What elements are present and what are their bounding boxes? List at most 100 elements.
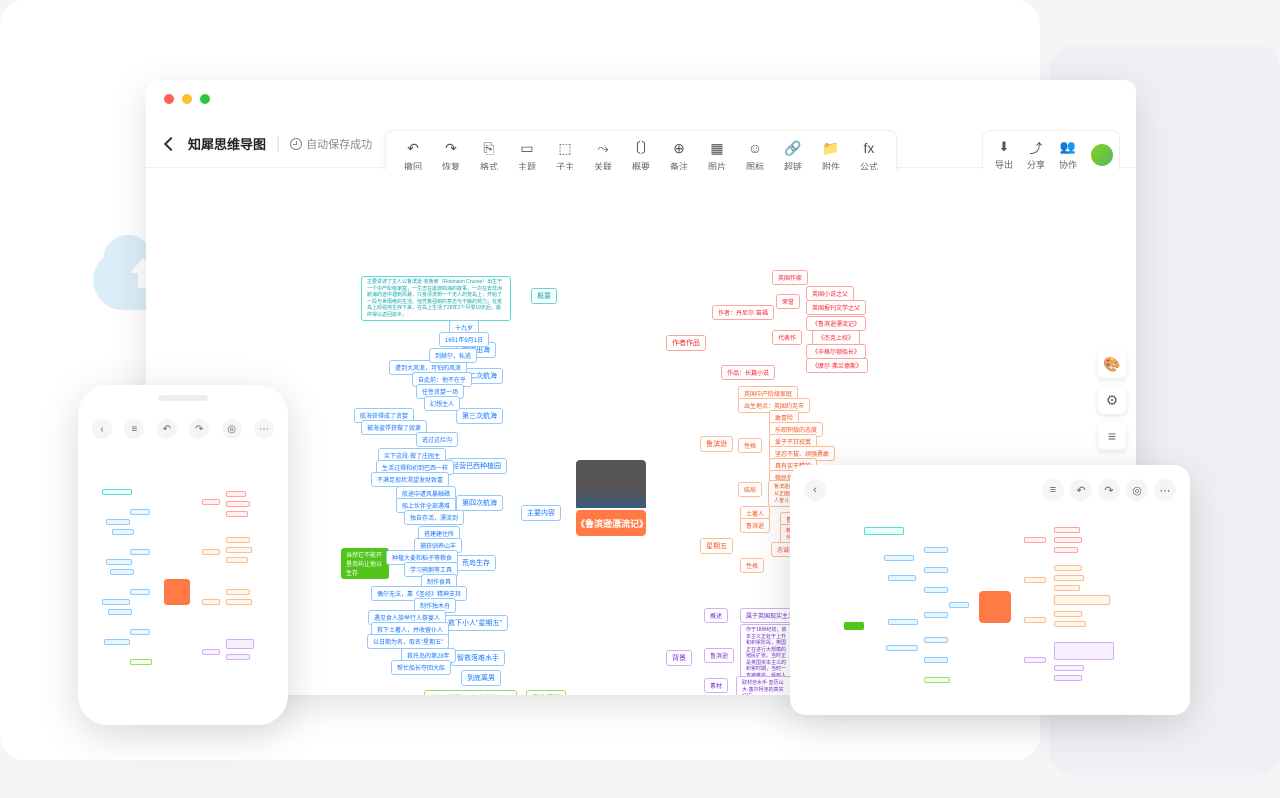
mini-node[interactable]: [226, 537, 250, 543]
mini-node[interactable]: [1024, 577, 1046, 583]
mini-node[interactable]: [1054, 547, 1078, 553]
outline-button[interactable]: ≡: [1098, 422, 1126, 450]
leaf[interactable]: 幻想主人: [424, 396, 460, 411]
leaf[interactable]: 素材: [704, 678, 728, 693]
mini-node[interactable]: [202, 599, 220, 605]
maximize-dot[interactable]: [200, 94, 210, 104]
mini-node[interactable]: [924, 587, 948, 593]
node-main-content[interactable]: 主要内容: [521, 505, 561, 521]
action-导出[interactable]: ⬇导出: [989, 137, 1019, 173]
phone-btn-5[interactable]: ⋯: [254, 419, 274, 439]
leaf[interactable]: 荣誉: [776, 294, 800, 309]
mini-node[interactable]: [864, 527, 904, 535]
node-summary[interactable]: 概要: [531, 288, 557, 304]
mini-node[interactable]: [202, 549, 220, 555]
mini-node[interactable]: [226, 589, 250, 595]
leaf[interactable]: 《鲁滨逊漂流记》: [806, 316, 866, 331]
action-协作[interactable]: 👥协作: [1053, 137, 1083, 173]
central-node[interactable]: 《鲁滨逊漂流记》: [576, 510, 646, 536]
mini-node[interactable]: [106, 519, 130, 525]
mini-node[interactable]: [226, 557, 248, 563]
tablet-btn-2[interactable]: ↷: [1098, 479, 1120, 501]
node-leave[interactable]: 到底离男: [461, 670, 501, 686]
node-author-name[interactable]: 作者：丹尼尔·笛福: [712, 305, 774, 320]
mini-node[interactable]: [844, 622, 864, 630]
tablet-canvas[interactable]: [804, 507, 1176, 707]
mini-node[interactable]: [884, 555, 914, 561]
leaf[interactable]: 逃过这烂沟: [416, 432, 458, 447]
tablet-btn-4[interactable]: ⋯: [1154, 479, 1176, 501]
mini-node[interactable]: [102, 599, 130, 605]
mini-node[interactable]: [226, 547, 252, 553]
node-robinson[interactable]: 鲁滨逊: [700, 436, 733, 452]
mini-node[interactable]: [110, 569, 134, 575]
mini-node[interactable]: [226, 654, 250, 660]
tablet-btn-0[interactable]: ≡: [1042, 479, 1064, 501]
close-dot[interactable]: [164, 94, 174, 104]
leaf[interactable]: 到赫尔，私逃: [429, 348, 477, 363]
mini-node[interactable]: [1024, 617, 1046, 623]
node-summary-text[interactable]: 主要讲述了主人公鲁滨逊·克鲁索（Robinson Crusoe）出生于一个中产阶…: [361, 276, 511, 321]
leaf[interactable]: 1651年9月1日: [439, 332, 489, 347]
leaf[interactable]: 性格: [738, 438, 762, 453]
tablet-back-button[interactable]: ‹: [804, 479, 826, 501]
node-voyage3[interactable]: 第三次航海: [456, 408, 503, 424]
mini-node[interactable]: [202, 499, 220, 505]
mini-node[interactable]: [1054, 665, 1084, 671]
mini-node[interactable]: [226, 599, 252, 605]
mini-node[interactable]: [102, 489, 132, 495]
mini-node[interactable]: [1024, 537, 1046, 543]
node-author[interactable]: 作者作品: [666, 335, 706, 351]
back-button[interactable]: [162, 136, 178, 152]
mini-node[interactable]: [130, 589, 150, 595]
phone-central-node[interactable]: [164, 579, 190, 605]
mini-node[interactable]: [888, 575, 916, 581]
phone-btn-3[interactable]: ↷: [189, 419, 209, 439]
node-rescue[interactable]: 智救落难水手: [451, 650, 505, 666]
mini-node[interactable]: [112, 529, 134, 535]
mini-node[interactable]: [1054, 527, 1080, 533]
mini-node[interactable]: [130, 659, 152, 665]
node-island-note[interactable]: 当然它不能开垦岛屿让他以生存: [341, 548, 389, 579]
phone-canvas[interactable]: [92, 449, 274, 709]
node-voyage4[interactable]: 第四次航海: [456, 495, 503, 511]
mini-node[interactable]: [1054, 565, 1082, 571]
mini-node[interactable]: [924, 612, 948, 618]
mini-node[interactable]: [949, 602, 969, 608]
central-image[interactable]: [576, 460, 646, 508]
node-friday[interactable]: 救下小人"星期五": [442, 615, 508, 631]
minimize-dot[interactable]: [182, 94, 192, 104]
mini-node[interactable]: [1054, 611, 1082, 617]
settings-button[interactable]: ⚙: [1098, 386, 1126, 414]
mini-node[interactable]: [1054, 585, 1080, 591]
leaf[interactable]: 以日期为名，取名"星期五": [367, 634, 449, 649]
mini-node[interactable]: [924, 677, 950, 683]
mini-node[interactable]: [924, 657, 948, 663]
mini-node[interactable]: [108, 609, 132, 615]
mini-node[interactable]: [226, 491, 246, 497]
leaf[interactable]: 代表作: [772, 330, 802, 345]
mini-node[interactable]: [1054, 621, 1086, 627]
leaf[interactable]: 《摩尔·弗兰德斯》: [806, 358, 868, 373]
mini-node[interactable]: [130, 509, 150, 515]
leaf[interactable]: 《辛格尔顿船长》: [806, 344, 866, 359]
phone-btn-1[interactable]: ≡: [124, 419, 144, 439]
mini-node[interactable]: [1054, 595, 1110, 605]
mini-node[interactable]: [924, 637, 948, 643]
mini-node[interactable]: [226, 639, 254, 649]
leaf[interactable]: 不满足现状渴望发财致富: [371, 472, 449, 487]
mini-node[interactable]: [130, 549, 150, 555]
leaf[interactable]: 英国小说之父: [806, 286, 854, 301]
leaf[interactable]: 性格: [740, 558, 764, 573]
tablet-central-node[interactable]: [979, 591, 1011, 623]
mini-node[interactable]: [888, 619, 918, 625]
node-background[interactable]: 背景: [666, 650, 692, 666]
mini-node[interactable]: [226, 511, 248, 517]
leaf[interactable]: 英国作家: [772, 270, 808, 285]
mini-node[interactable]: [106, 559, 132, 565]
mini-node[interactable]: [202, 649, 220, 655]
mini-node[interactable]: [1054, 537, 1082, 543]
node-chapter-text[interactable]: 《鲁滨逊漂流记》章节详解 🔒: [424, 690, 517, 695]
leaf[interactable]: 帮忙船长夺回大船: [391, 660, 451, 675]
leaf[interactable]: 结局: [738, 482, 762, 497]
